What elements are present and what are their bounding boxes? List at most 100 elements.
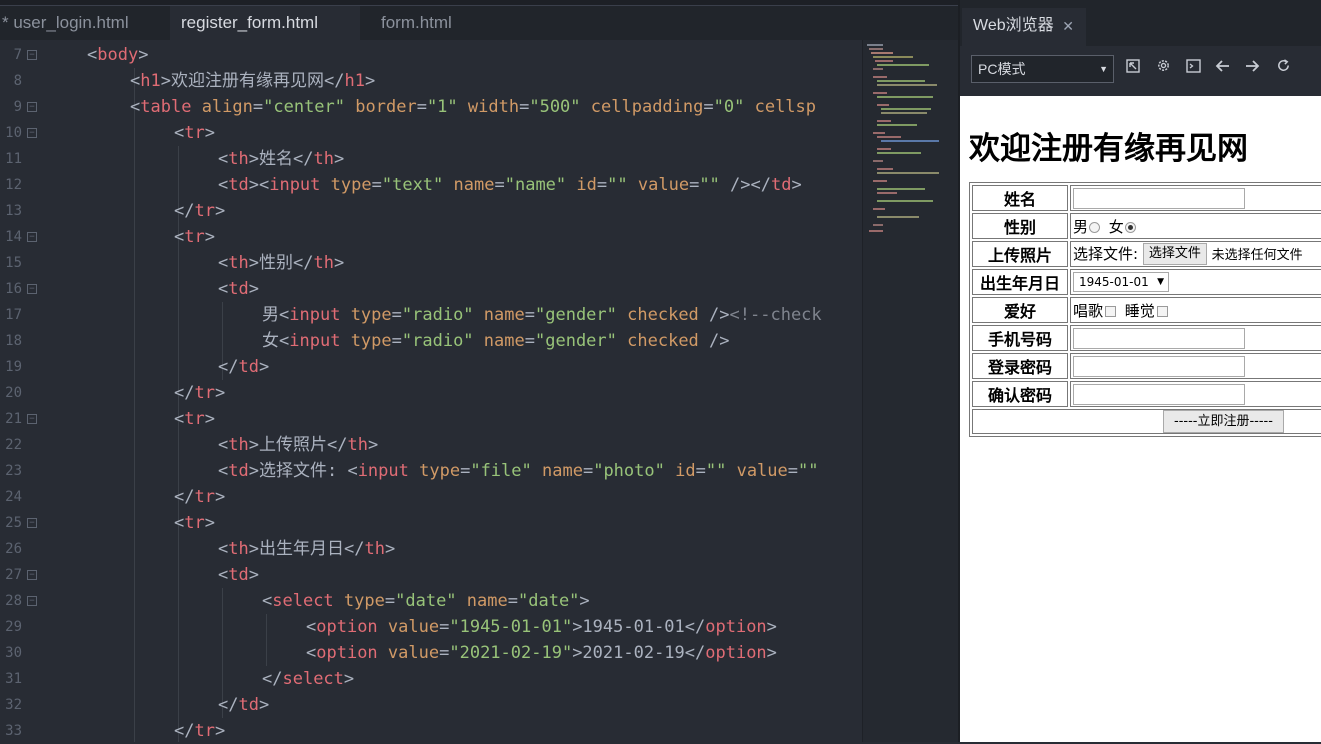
line-number: 18 xyxy=(5,333,22,349)
code-line: <th>姓名</th> xyxy=(218,149,345,169)
phone-cell xyxy=(1070,325,1321,351)
line-number: 20 xyxy=(5,385,22,401)
line-number: 13 xyxy=(5,203,22,219)
view-mode-select[interactable]: PC模式 ▼ xyxy=(971,55,1114,83)
code-area[interactable]: <body> <h1>欢迎注册有缘再见网</h1> <table align="… xyxy=(48,42,862,742)
code-line: </tr> xyxy=(174,201,226,221)
code-line: <tr> xyxy=(174,409,215,429)
fold-toggle-icon[interactable]: − xyxy=(27,518,37,528)
line-number: 25 xyxy=(5,515,22,531)
table-row: 上传照片 选择文件: 选择文件 未选择任何文件 xyxy=(972,241,1321,267)
minimap-line xyxy=(877,104,889,106)
choose-file-button[interactable]: 选择文件 xyxy=(1142,243,1207,266)
tab-form[interactable]: form.html xyxy=(362,6,542,40)
hobby-sleep-label: 睡觉 xyxy=(1124,301,1155,320)
table-row: 登录密码 xyxy=(972,353,1321,379)
confirm-password-input[interactable] xyxy=(1073,383,1245,405)
phone-input[interactable] xyxy=(1073,327,1245,349)
browser-tab-bar: Web浏览器 ✕ xyxy=(960,0,1321,46)
minimap-line xyxy=(877,168,893,170)
browser-tab[interactable]: Web浏览器 ✕ xyxy=(962,8,1086,46)
minimap-line xyxy=(877,200,933,202)
register-submit-button[interactable]: -----立即注册----- xyxy=(1163,410,1284,433)
hobby-sing-checkbox[interactable] xyxy=(1105,305,1117,317)
code-line: <th>上传照片</th> xyxy=(218,435,379,455)
table-row: 性别 男 女 xyxy=(972,213,1321,239)
minimap-line xyxy=(877,84,937,86)
minimap-line xyxy=(873,224,883,226)
fold-toggle-icon[interactable]: − xyxy=(27,128,37,138)
tab-register-form[interactable]: register_form.html xyxy=(170,6,360,40)
minimap-line xyxy=(873,56,913,58)
minimap-line xyxy=(877,192,897,194)
registration-form-table: 姓名 性别 男 女 上传照片 选择文件: 选择文件 未选择任何文件 出生年月日 … xyxy=(969,182,1321,437)
fold-toggle-icon[interactable]: − xyxy=(27,50,37,60)
browser-toolbar: PC模式 ▼ xyxy=(960,46,1321,96)
code-line: </td> xyxy=(218,695,270,715)
fold-toggle-icon[interactable]: − xyxy=(27,232,37,242)
line-number: 14 xyxy=(5,229,22,245)
view-mode-value: PC模式 xyxy=(978,61,1026,77)
gear-icon[interactable] xyxy=(1152,58,1174,80)
refresh-icon[interactable] xyxy=(1272,58,1294,80)
minimap-line xyxy=(877,148,891,150)
minimap-line xyxy=(869,230,883,232)
minimap-line xyxy=(881,108,931,110)
minimap[interactable] xyxy=(862,40,958,742)
confirm-password-label: 确认密码 xyxy=(972,381,1068,407)
fold-toggle-icon[interactable]: − xyxy=(27,414,37,424)
code-line: <th>性别</th> xyxy=(218,253,345,273)
gender-female-radio[interactable] xyxy=(1124,221,1136,233)
forward-arrow-icon[interactable] xyxy=(1241,58,1263,80)
line-number: 8 xyxy=(13,73,22,89)
password-label: 登录密码 xyxy=(972,353,1068,379)
code-line: <td><input type="text" name="name" id=""… xyxy=(218,175,802,195)
minimap-line xyxy=(871,52,893,54)
back-arrow-icon[interactable] xyxy=(1212,58,1234,80)
hobby-sleep-checkbox[interactable] xyxy=(1156,305,1168,317)
fold-toggle-icon[interactable]: − xyxy=(27,596,37,606)
password-input[interactable] xyxy=(1073,355,1245,377)
terminal-icon[interactable] xyxy=(1182,58,1204,80)
fold-toggle-icon[interactable]: − xyxy=(27,570,37,580)
code-line: <th>出生年月日</th> xyxy=(218,539,396,559)
line-number: 30 xyxy=(5,645,22,661)
minimap-line xyxy=(873,68,883,70)
minimap-line xyxy=(873,160,883,162)
code-line: </tr> xyxy=(174,721,226,741)
open-external-icon[interactable] xyxy=(1122,58,1144,80)
line-number: 31 xyxy=(5,671,22,687)
fold-toggle-icon[interactable]: − xyxy=(27,284,37,294)
minimap-line xyxy=(877,120,891,122)
fold-toggle-icon[interactable]: − xyxy=(27,102,37,112)
line-number: 15 xyxy=(5,255,22,271)
minimap-line xyxy=(877,152,921,154)
hobby-cell: 唱歌 睡觉 xyxy=(1070,297,1321,323)
gender-male-radio[interactable] xyxy=(1089,221,1101,233)
code-line: </td> xyxy=(218,357,270,377)
line-number: 27 xyxy=(5,567,22,583)
birthdate-select[interactable]: 1945-01-01 ▼ xyxy=(1073,272,1169,292)
hobby-label: 爱好 xyxy=(972,297,1068,323)
code-line: <select type="date" name="date"> xyxy=(262,591,590,611)
line-number: 21 xyxy=(5,411,22,427)
code-line: 男<input type="radio" name="gender" check… xyxy=(262,305,822,325)
close-icon[interactable]: ✕ xyxy=(1062,8,1074,44)
line-number: 22 xyxy=(5,437,22,453)
minimap-line xyxy=(873,208,885,210)
line-number: 16 xyxy=(5,281,22,297)
minimap-line xyxy=(877,216,919,218)
gender-cell: 男 女 xyxy=(1070,213,1321,239)
line-number: 33 xyxy=(5,723,22,739)
birth-label: 出生年月日 xyxy=(972,269,1068,295)
minimap-line xyxy=(881,112,927,114)
minimap-line xyxy=(877,96,933,98)
minimap-line xyxy=(869,48,883,50)
code-line: </tr> xyxy=(174,383,226,403)
line-number: 7 xyxy=(13,47,22,63)
tab-user-login[interactable]: * user_login.html xyxy=(0,6,168,40)
minimap-line xyxy=(877,124,917,126)
name-input[interactable] xyxy=(1073,187,1245,209)
photo-label: 上传照片 xyxy=(972,241,1068,267)
line-number: 11 xyxy=(5,151,22,167)
